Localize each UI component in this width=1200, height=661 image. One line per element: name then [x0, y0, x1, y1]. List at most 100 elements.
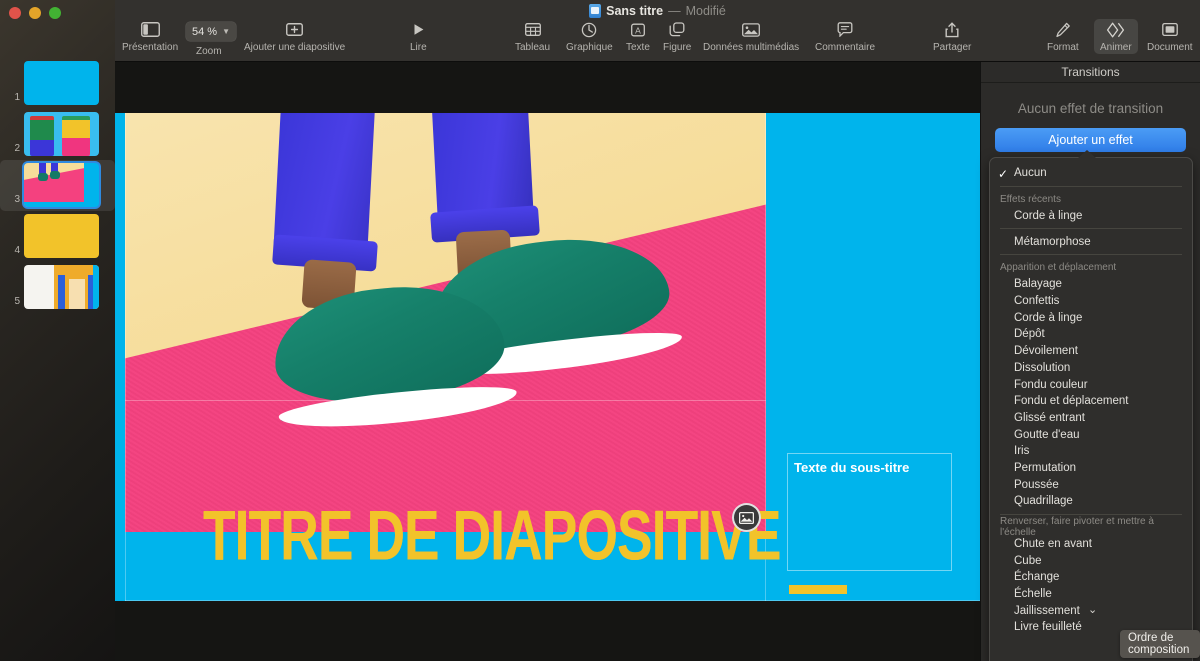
menu-item-poussee[interactable]: Poussée [990, 476, 1192, 493]
slide-number: 2 [14, 143, 20, 154]
menu-item-label: Corde à linge [1014, 210, 1083, 223]
slide-thumbnail-5[interactable]: 5 [0, 262, 115, 313]
menu-item-label: Chute en avant [1014, 538, 1093, 551]
menu-item-echelle[interactable]: Échelle [990, 586, 1192, 603]
format-button[interactable]: Format [1047, 20, 1079, 53]
slide-number: 1 [14, 92, 20, 103]
add-effect-button[interactable]: Ajouter un effet [995, 128, 1186, 152]
menu-item-corde-a-linge[interactable]: Corde à linge [990, 309, 1192, 326]
transition-effects-menu[interactable]: ✓ Aucun Effets récents Corde à linge Mét… [989, 157, 1193, 661]
menu-item-fondu-et-deplacement[interactable]: Fondu et déplacement [990, 393, 1192, 410]
slide-thumbnail-3[interactable]: 3 [0, 160, 115, 211]
slide-thumbnail-image[interactable] [24, 61, 99, 105]
table-button[interactable]: Tableau [515, 20, 550, 53]
text-button[interactable]: A Texte [626, 20, 650, 53]
slide-left-cyan-band [115, 113, 125, 601]
menu-item-balayage[interactable]: Balayage [990, 276, 1192, 293]
slide-thumbnail-1[interactable]: 1 [0, 58, 115, 109]
play-icon [411, 20, 426, 39]
menu-item-label: Glissé entrant [1014, 411, 1085, 424]
minimize-window-button[interactable] [29, 7, 41, 19]
layout-guide-bottom [125, 600, 980, 601]
menu-item-label: Corde à linge [1014, 311, 1083, 324]
animate-inspector-panel: Transitions Aucun effet de transition Aj… [980, 62, 1200, 661]
menu-item-devoilement[interactable]: Dévoilement [990, 343, 1192, 360]
menu-item-confettis[interactable]: Confettis [990, 293, 1192, 310]
menu-item-depot[interactable]: Dépôt [990, 326, 1192, 343]
menu-item-permutation[interactable]: Permutation [990, 460, 1192, 477]
menu-item-label: Iris [1014, 445, 1030, 458]
keynote-app-window: 1 2 3 4 5 Sans titre — Modifié Présentat… [0, 0, 1200, 661]
document-name[interactable]: Sans titre [606, 4, 663, 18]
media-button[interactable]: Données multimédias [703, 20, 799, 53]
slide-thumbnail-4[interactable]: 4 [0, 211, 115, 262]
slide-thumbnail-image[interactable] [24, 112, 99, 156]
chart-label: Graphique [566, 42, 613, 53]
menu-separator [1000, 185, 1182, 187]
maximize-window-button[interactable] [49, 7, 61, 19]
window-traffic-lights[interactable] [9, 7, 61, 19]
slide-number: 4 [14, 245, 20, 256]
inspector-title: Transitions [981, 62, 1200, 83]
slide-thumbnail-image[interactable] [24, 163, 99, 207]
share-button[interactable]: Partager [933, 20, 971, 53]
add-slide-button[interactable]: Ajouter une diapositive [244, 20, 345, 53]
animate-icon [1106, 20, 1126, 39]
slide-thumbnail-list[interactable]: 1 2 3 4 5 [0, 58, 115, 313]
document-label: Document [1147, 42, 1193, 53]
menu-item-label: Fondu couleur [1014, 378, 1088, 391]
animate-button[interactable]: Animer [1094, 19, 1138, 54]
menu-item-fondu-couleur[interactable]: Fondu couleur [990, 376, 1192, 393]
view-button[interactable]: Présentation [122, 20, 178, 53]
add-slide-label: Ajouter une diapositive [244, 42, 346, 53]
menu-item-label: Métamorphose [1014, 235, 1091, 248]
menu-item-dissolution[interactable]: Dissolution [990, 360, 1192, 377]
menu-item-echange[interactable]: Échange [990, 569, 1192, 586]
menu-item-cube[interactable]: Cube [990, 552, 1192, 569]
slide-title-text[interactable]: TITRE DE DIAPOSITIVE [203, 495, 781, 577]
slide-thumbnail-2[interactable]: 2 [0, 109, 115, 160]
chart-button[interactable]: Graphique [566, 20, 613, 53]
menu-item-label: Jaillissement [1014, 604, 1080, 617]
slide-canvas-area[interactable]: TITRE DE DIAPOSITIVE Texte du sous-titre [115, 62, 980, 661]
slide-thumbnail-image[interactable] [24, 265, 99, 309]
subtitle-placeholder-box[interactable]: Texte du sous-titre [787, 453, 952, 571]
document-icon [1161, 20, 1178, 39]
play-button[interactable]: Lire [410, 20, 427, 53]
text-label: Texte [626, 42, 650, 53]
thumb-shoe-left [38, 173, 48, 181]
menu-item-corde-a-linge-recent[interactable]: Corde à linge [990, 208, 1192, 225]
animate-label: Animer [1100, 42, 1132, 53]
menu-group-header-recents: Effets récents [1000, 193, 1061, 205]
menu-item-metamorphose[interactable]: Métamorphose [990, 233, 1192, 250]
keynote-document-icon [589, 4, 602, 18]
current-slide[interactable]: TITRE DE DIAPOSITIVE Texte du sous-titre [115, 113, 980, 601]
tooltip: Ordre de composition [1120, 630, 1200, 658]
menu-item-label: Goutte d'eau [1014, 428, 1080, 441]
slide-thumbnail-image[interactable] [24, 214, 99, 258]
menu-item-iris[interactable]: Iris [990, 443, 1192, 460]
table-icon [524, 20, 541, 39]
menu-item-glisse-entrant[interactable]: Glissé entrant [990, 410, 1192, 427]
comment-button[interactable]: Commentaire [815, 20, 875, 53]
close-window-button[interactable] [9, 7, 21, 19]
zoom-label-wrap: Zoom [196, 43, 222, 57]
thumb-post-left [58, 275, 65, 309]
chevron-down-icon[interactable]: ⌄ [1088, 603, 1097, 616]
menu-item-aucun[interactable]: ✓ Aucun [990, 165, 1192, 182]
menu-item-label: Fondu et déplacement [1014, 395, 1129, 408]
menu-item-quadrillage[interactable]: Quadrillage [990, 493, 1192, 510]
thumb-photo [24, 163, 84, 207]
menu-item-goutte-d-eau[interactable]: Goutte d'eau [990, 426, 1192, 443]
menu-item-jaillissement[interactable]: Jaillissement ⌄ [990, 602, 1192, 619]
document-button[interactable]: Document [1147, 20, 1193, 53]
subtitle-text[interactable]: Texte du sous-titre [794, 460, 909, 475]
shape-button[interactable]: Figure [663, 20, 691, 53]
menu-item-chute-en-avant[interactable]: Chute en avant [990, 536, 1192, 553]
format-label: Format [1047, 42, 1079, 53]
zoom-dropdown[interactable]: 54 % ▼ [186, 22, 236, 41]
menu-item-label: Dépôt [1014, 328, 1045, 341]
thumb-cyan-bar [24, 202, 84, 207]
menu-item-label: Échange [1014, 571, 1060, 584]
image-placeholder-icon[interactable] [732, 503, 761, 532]
